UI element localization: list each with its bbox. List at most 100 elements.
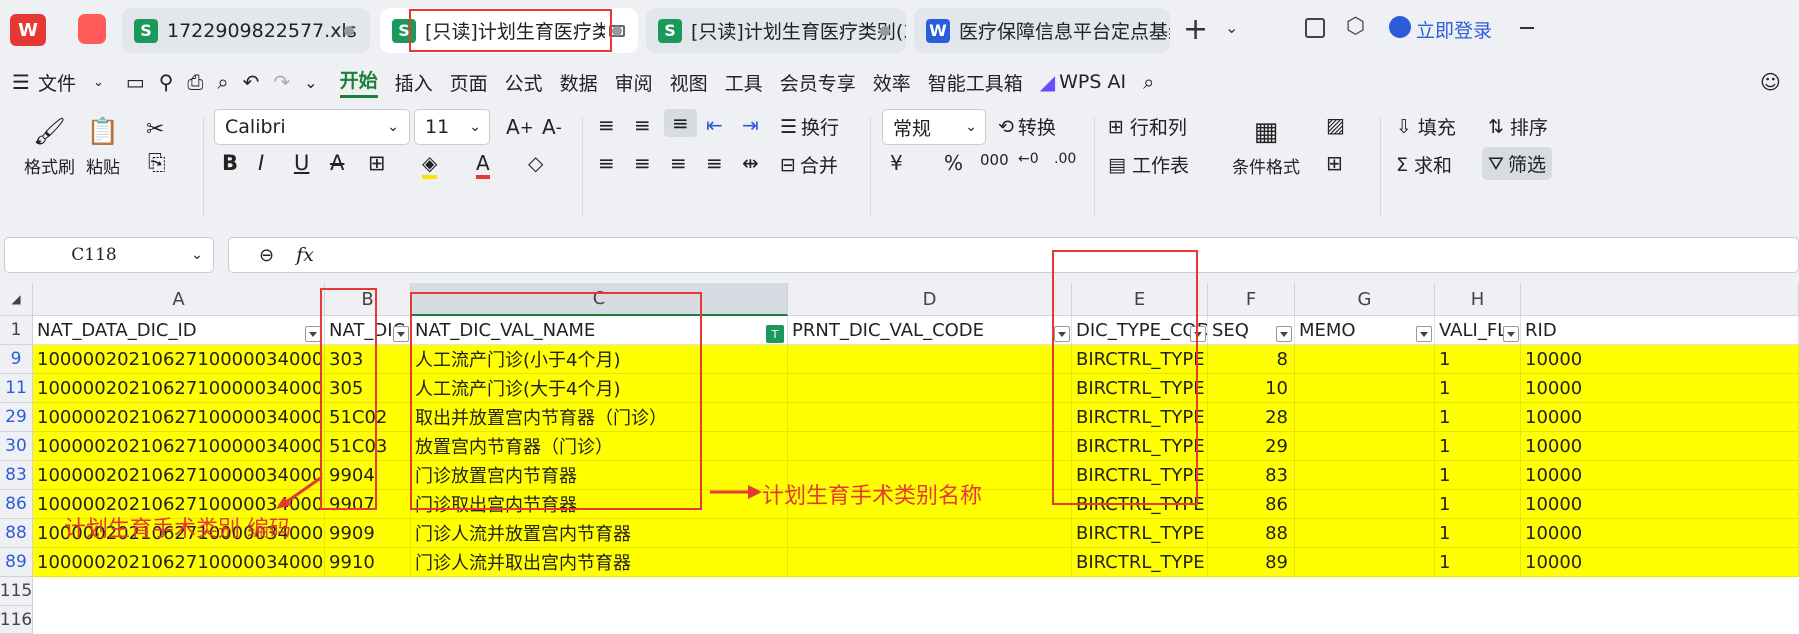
- row-header[interactable]: 29: [0, 403, 33, 432]
- menu-review[interactable]: 审阅: [615, 69, 653, 96]
- border-icon[interactable]: ⊞: [368, 151, 386, 175]
- indent-icon[interactable]: ⇥: [742, 113, 759, 137]
- row-header[interactable]: 9: [0, 345, 33, 374]
- row-header[interactable]: 86: [0, 490, 33, 519]
- cell-vali-flag[interactable]: 1: [1435, 345, 1521, 374]
- tab-xls-file[interactable]: S 1722909822577.xls: [122, 8, 370, 53]
- justify-icon[interactable]: ≡: [706, 151, 723, 175]
- cell-seq[interactable]: 10: [1208, 374, 1295, 403]
- conditional-format-button[interactable]: ▦ 条件格式: [1232, 117, 1300, 178]
- italic-icon[interactable]: I: [258, 151, 264, 175]
- header-cell-a[interactable]: NAT_DATA_DIC_ID: [33, 316, 325, 345]
- cell-vali-flag[interactable]: 1: [1435, 432, 1521, 461]
- menu-formula[interactable]: 公式: [505, 69, 543, 96]
- select-all-corner[interactable]: ◢: [0, 283, 33, 316]
- worksheet-button[interactable]: ▤ 工作表: [1108, 151, 1189, 178]
- wps-logo-icon[interactable]: W: [10, 14, 46, 46]
- clear-icon[interactable]: ◇: [528, 151, 543, 175]
- cell-memo[interactable]: [1295, 461, 1435, 490]
- cell-dic-type-code[interactable]: BIRCTRL_TYPE: [1072, 548, 1208, 577]
- filter-dropdown-icon[interactable]: [305, 326, 321, 342]
- filter-dropdown-icon[interactable]: [393, 326, 409, 342]
- align-right-icon[interactable]: ≡: [670, 151, 687, 175]
- filter-active-icon[interactable]: T: [766, 325, 784, 343]
- cell-prnt-dic-val-code[interactable]: [788, 374, 1072, 403]
- pdf-icon[interactable]: [78, 14, 106, 44]
- increase-decimal-icon[interactable]: ←0: [1018, 151, 1039, 167]
- cell-nat-data-dic-id[interactable]: 100000202106271000003400000648: [33, 374, 325, 403]
- cell-rid[interactable]: 10000: [1521, 548, 1799, 577]
- header-cell-rid[interactable]: RID: [1521, 316, 1799, 345]
- menu-home[interactable]: 开始: [339, 66, 378, 98]
- cell-seq[interactable]: 89: [1208, 548, 1295, 577]
- format-painter-button[interactable]: 🖌 格式刷: [24, 117, 75, 178]
- sort-button[interactable]: ⇅ 排序: [1488, 113, 1548, 140]
- align-middle-icon[interactable]: ≡: [634, 113, 651, 137]
- row-header[interactable]: 30: [0, 432, 33, 461]
- row-header[interactable]: 88: [0, 519, 33, 548]
- font-color-icon[interactable]: A: [476, 151, 490, 179]
- cell-prnt-dic-val-code[interactable]: [788, 548, 1072, 577]
- fill-color-icon[interactable]: ◈: [422, 151, 438, 179]
- currency-icon[interactable]: ¥: [890, 151, 903, 175]
- cell-seq[interactable]: 83: [1208, 461, 1295, 490]
- cell-nat-data-dic-id[interactable]: 100000202106271000003400000667: [33, 432, 325, 461]
- cell-vali-flag[interactable]: 1: [1435, 519, 1521, 548]
- row-col-button[interactable]: ⊞ 行和列: [1108, 113, 1187, 140]
- chevron-down-icon[interactable]: ⌄: [1225, 18, 1238, 37]
- filter-dropdown-icon[interactable]: [1503, 326, 1519, 342]
- row-header[interactable]: 1: [0, 316, 33, 345]
- row-header[interactable]: 11: [0, 374, 33, 403]
- outdent-icon[interactable]: ⇤: [706, 113, 723, 137]
- cell-seq[interactable]: 86: [1208, 490, 1295, 519]
- tab-dot-icon[interactable]: [612, 26, 622, 36]
- sum-button[interactable]: Σ 求和: [1396, 151, 1452, 178]
- percent-icon[interactable]: %: [944, 151, 963, 175]
- row-header[interactable]: 116: [0, 606, 33, 634]
- tab-dot-icon[interactable]: [880, 26, 890, 36]
- merge-button[interactable]: ⊟ 合并: [780, 151, 838, 178]
- bold-icon[interactable]: B: [222, 151, 238, 175]
- copy-icon[interactable]: ⎘: [148, 151, 166, 176]
- new-tab-plus-icon[interactable]: +: [1183, 12, 1208, 47]
- tab-readonly-3[interactable]: S [只读]计划生育医疗类别(3): [646, 8, 906, 53]
- cell-rid[interactable]: 10000: [1521, 432, 1799, 461]
- cell-memo[interactable]: [1295, 519, 1435, 548]
- menu-file[interactable]: 文件: [38, 69, 76, 96]
- cell-nat-data-dic-id[interactable]: 100000202106271000003400000727: [33, 548, 325, 577]
- column-header-d[interactable]: D: [788, 283, 1072, 316]
- cell-rid[interactable]: 10000: [1521, 490, 1799, 519]
- row-header[interactable]: 89: [0, 548, 33, 577]
- align-left-icon[interactable]: ≡: [598, 151, 615, 175]
- menu-smart-toolbox[interactable]: 智能工具箱: [928, 69, 1023, 96]
- login-link[interactable]: 立即登录: [1416, 16, 1492, 43]
- thousands-icon[interactable]: 000: [980, 151, 1009, 169]
- cell-prnt-dic-val-code[interactable]: [788, 403, 1072, 432]
- minimize-icon[interactable]: [1520, 27, 1534, 29]
- cell-seq[interactable]: 8: [1208, 345, 1295, 374]
- align-top-icon[interactable]: ≡: [598, 113, 615, 137]
- menu-data[interactable]: 数据: [560, 69, 598, 96]
- column-header-i[interactable]: [1521, 283, 1799, 316]
- menu-page[interactable]: 页面: [450, 69, 488, 96]
- cut-icon[interactable]: ✂: [146, 117, 164, 142]
- print-icon[interactable]: ⎙: [187, 70, 203, 94]
- cell-seq[interactable]: 29: [1208, 432, 1295, 461]
- filter-dropdown-icon[interactable]: [1276, 326, 1292, 342]
- name-box[interactable]: C118 ⌄: [4, 237, 214, 273]
- column-header-a[interactable]: A: [33, 283, 325, 316]
- column-header-g[interactable]: G: [1295, 283, 1435, 316]
- save-icon[interactable]: ▭: [126, 70, 145, 94]
- number-format-select[interactable]: 常规 ⌄: [882, 109, 986, 145]
- cell-prnt-dic-val-code[interactable]: [788, 519, 1072, 548]
- avatar[interactable]: [1389, 16, 1411, 38]
- hamburger-icon[interactable]: ☰: [12, 70, 30, 94]
- cell-memo[interactable]: [1295, 490, 1435, 519]
- paste-button[interactable]: 📋 粘贴: [86, 117, 120, 178]
- cell-memo[interactable]: [1295, 432, 1435, 461]
- cell-seq[interactable]: 28: [1208, 403, 1295, 432]
- cell-memo[interactable]: [1295, 374, 1435, 403]
- increase-font-icon[interactable]: A +: [506, 115, 534, 139]
- cube-icon[interactable]: ⬡: [1346, 14, 1365, 39]
- align-center-icon[interactable]: ≡: [634, 151, 651, 175]
